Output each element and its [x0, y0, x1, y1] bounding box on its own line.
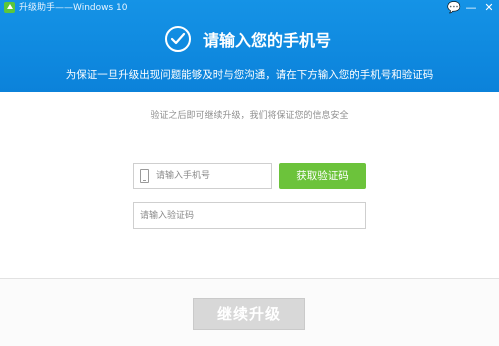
verification-code-field[interactable] [133, 202, 366, 229]
phone-icon [140, 169, 149, 183]
phone-field[interactable] [133, 163, 272, 189]
message-button[interactable]: 💬 [447, 1, 461, 15]
upgrade-app-icon [4, 2, 15, 13]
verification-code-input[interactable] [140, 203, 360, 228]
continue-upgrade-button[interactable]: 继续升级 [193, 298, 305, 330]
phone-input[interactable] [156, 164, 266, 188]
header-banner: 升级助手——Windows 10 💬 — ✕ 请输入您的手机号 为保证一旦升级出… [0, 0, 499, 92]
get-code-button[interactable]: 获取验证码 [279, 163, 366, 189]
title-bar: 升级助手——Windows 10 💬 — ✕ [0, 0, 499, 16]
check-circle-icon [165, 26, 191, 52]
security-hint: 验证之后即可继续升级，我们将保证您的信息安全 [150, 111, 349, 121]
upgrade-assistant-window: 升级助手——Windows 10 💬 — ✕ 请输入您的手机号 为保证一旦升级出… [0, 0, 499, 346]
close-button[interactable]: ✕ [482, 1, 496, 15]
window-title: 升级助手——Windows 10 [19, 3, 128, 13]
page-subtitle: 为保证一旦升级出现问题能够及时与您沟通，请在下方输入您的手机号和验证码 [65, 69, 434, 81]
minimize-button[interactable]: — [464, 1, 478, 15]
page-title: 请输入您的手机号 [203, 31, 332, 50]
